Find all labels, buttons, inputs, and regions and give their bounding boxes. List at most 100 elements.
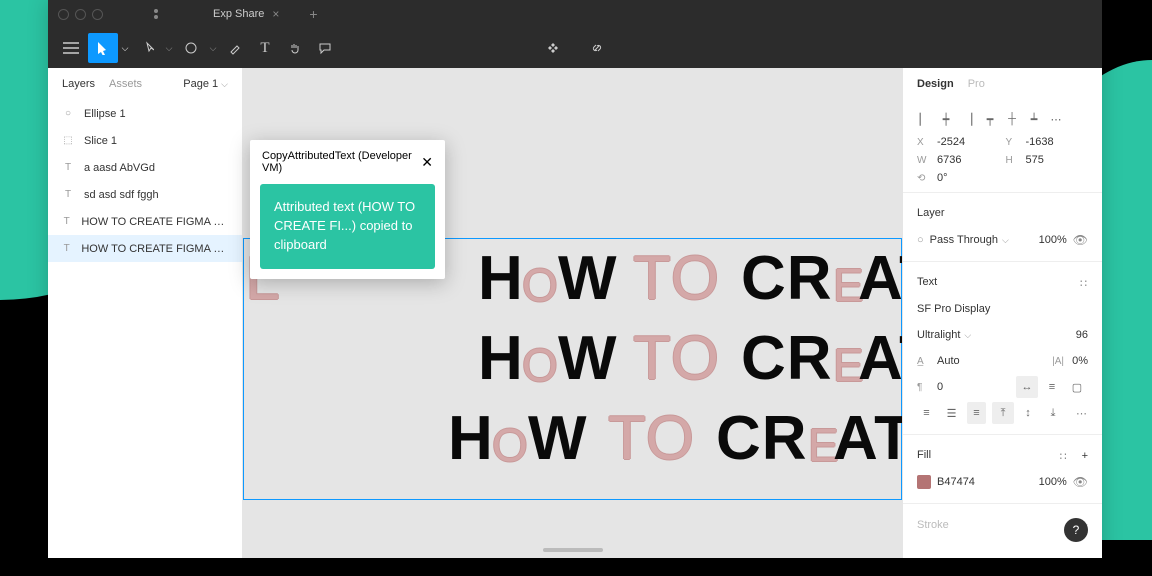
- letter-spacing-icon: |A|: [1052, 356, 1066, 367]
- fill-section-title: Fill: [917, 449, 931, 461]
- layer-row[interactable]: THOW TO CREATE FIGMA PLUGIN?...: [48, 208, 242, 235]
- tab-assets[interactable]: Assets: [109, 78, 142, 90]
- tab-label: Exp Share: [213, 8, 264, 20]
- figma-logo-icon: [149, 7, 163, 21]
- tab-design[interactable]: Design: [917, 78, 954, 90]
- frame-tool[interactable]: [132, 33, 162, 63]
- x-input[interactable]: -2524: [937, 136, 965, 148]
- link-tool[interactable]: [582, 33, 612, 63]
- toolbar: ⌵ ⌵ ⌵ T: [48, 28, 1102, 68]
- canvas-text: W: [558, 243, 618, 314]
- text-styles-icon[interactable]: ∷: [1080, 277, 1088, 290]
- align-bottom-icon[interactable]: ┷: [1027, 112, 1041, 126]
- canvas-text: H: [448, 403, 494, 474]
- layer-row[interactable]: Tsd asd sdf fggh: [48, 181, 242, 208]
- canvas-text: TO: [608, 403, 695, 474]
- auto-height-icon[interactable]: ≡: [1041, 376, 1063, 398]
- layer-section-title: Layer: [917, 207, 945, 219]
- traffic-close[interactable]: [58, 9, 69, 20]
- file-tab[interactable]: Exp Share ×: [199, 7, 293, 21]
- text-valign-bottom-icon[interactable]: ⤓: [1042, 402, 1064, 424]
- canvas-text: O: [492, 418, 529, 472]
- stroke-section-title: Stroke: [917, 519, 949, 531]
- line-height-icon: A̲: [917, 356, 931, 367]
- w-input[interactable]: 6736: [937, 154, 961, 166]
- paragraph-icon: ¶: [917, 382, 931, 393]
- canvas-text: CR: [716, 403, 808, 474]
- text-icon: T: [62, 216, 71, 228]
- move-tool-chevron[interactable]: ⌵: [118, 33, 132, 63]
- canvas-text: AT: [833, 403, 902, 474]
- tab-prototype[interactable]: Pro: [968, 78, 985, 90]
- canvas-text: CR: [741, 243, 833, 314]
- layer-row[interactable]: ⬚Slice 1: [48, 127, 242, 154]
- menu-button[interactable]: [54, 42, 88, 54]
- new-tab-button[interactable]: +: [309, 6, 317, 22]
- align-right-icon[interactable]: ▕: [961, 112, 975, 126]
- layer-row[interactable]: Ta aasd AbVGd: [48, 154, 242, 181]
- text-align-right-icon[interactable]: ≡: [967, 402, 986, 424]
- align-top-icon[interactable]: ┯: [983, 112, 997, 126]
- slice-icon: ⬚: [62, 135, 74, 147]
- shape-tool[interactable]: [176, 33, 206, 63]
- text-tool[interactable]: T: [250, 33, 280, 63]
- frame-tool-chevron[interactable]: ⌵: [162, 33, 176, 63]
- traffic-min[interactable]: [75, 9, 86, 20]
- canvas-text: TO: [633, 323, 720, 394]
- h-input[interactable]: 575: [1026, 154, 1044, 166]
- font-size-input[interactable]: 96: [1076, 329, 1088, 341]
- font-weight-dropdown[interactable]: Ultralight⌵: [917, 329, 971, 341]
- blend-mode-dropdown[interactable]: Pass Through⌵: [930, 234, 1009, 246]
- text-align-center-icon[interactable]: ☰: [942, 402, 961, 424]
- paragraph-input[interactable]: 0: [937, 381, 943, 393]
- hand-tool[interactable]: [280, 33, 310, 63]
- scrollbar[interactable]: [543, 548, 603, 552]
- comment-tool[interactable]: [310, 33, 340, 63]
- fill-styles-icon[interactable]: ∷: [1060, 450, 1068, 463]
- text-valign-top-icon[interactable]: ⤒: [992, 402, 1014, 424]
- layers-panel: Layers Assets Page 1⌵ ○Ellipse 1 ⬚Slice …: [48, 68, 243, 558]
- toast-message: Attributed text (HOW TO CREATE FI...) co…: [260, 184, 435, 269]
- fill-swatch[interactable]: [917, 475, 931, 489]
- visibility-icon[interactable]: 👁: [1073, 233, 1088, 247]
- fill-hex-input[interactable]: B47474: [937, 476, 975, 488]
- canvas-text: AT: [858, 323, 902, 394]
- y-input[interactable]: -1638: [1026, 136, 1054, 148]
- text-valign-middle-icon[interactable]: ↕: [1017, 402, 1039, 424]
- letter-spacing-input[interactable]: 0%: [1072, 355, 1088, 367]
- canvas-text: O: [522, 258, 559, 312]
- opacity-input[interactable]: 100%: [1039, 234, 1067, 246]
- text-align-left-icon[interactable]: ≡: [917, 402, 936, 424]
- traffic-max[interactable]: [92, 9, 103, 20]
- close-icon[interactable]: ✕: [421, 154, 433, 171]
- auto-width-icon[interactable]: ↔: [1016, 376, 1038, 398]
- ellipse-icon: ○: [62, 108, 74, 120]
- font-family-dropdown[interactable]: SF Pro Display: [917, 303, 990, 315]
- canvas-text: H: [478, 323, 524, 394]
- line-height-input[interactable]: Auto: [937, 355, 960, 367]
- text-section-title: Text: [917, 276, 937, 288]
- component-tool[interactable]: [538, 33, 568, 63]
- distribute-icon[interactable]: ⋯: [1049, 112, 1063, 126]
- rotation-input[interactable]: 0°: [937, 172, 948, 184]
- help-button[interactable]: ?: [1064, 518, 1088, 542]
- align-vcenter-icon[interactable]: ┼: [1005, 112, 1019, 126]
- layer-row-selected[interactable]: THOW TO CREATE FIGMA PLUGIN?...: [48, 235, 242, 262]
- close-tab-icon[interactable]: ×: [272, 7, 279, 21]
- tab-layers[interactable]: Layers: [62, 78, 95, 90]
- text-more-icon[interactable]: ⋯: [1076, 407, 1088, 420]
- fill-opacity-input[interactable]: 100%: [1039, 476, 1067, 488]
- shape-tool-chevron[interactable]: ⌵: [206, 33, 220, 63]
- titlebar: Exp Share × +: [48, 0, 1102, 28]
- layer-row[interactable]: ○Ellipse 1: [48, 100, 242, 127]
- add-fill-button[interactable]: +: [1082, 450, 1088, 462]
- align-left-icon[interactable]: ▏: [917, 112, 931, 126]
- canvas-text: W: [558, 323, 618, 394]
- pen-tool[interactable]: [220, 33, 250, 63]
- fixed-size-icon[interactable]: ▢: [1066, 376, 1088, 398]
- align-hcenter-icon[interactable]: ┿: [939, 112, 953, 126]
- page-selector[interactable]: Page 1⌵: [183, 78, 228, 90]
- fill-visibility-icon[interactable]: 👁: [1073, 475, 1088, 489]
- canvas-text: AT: [858, 243, 902, 314]
- move-tool[interactable]: [88, 33, 118, 63]
